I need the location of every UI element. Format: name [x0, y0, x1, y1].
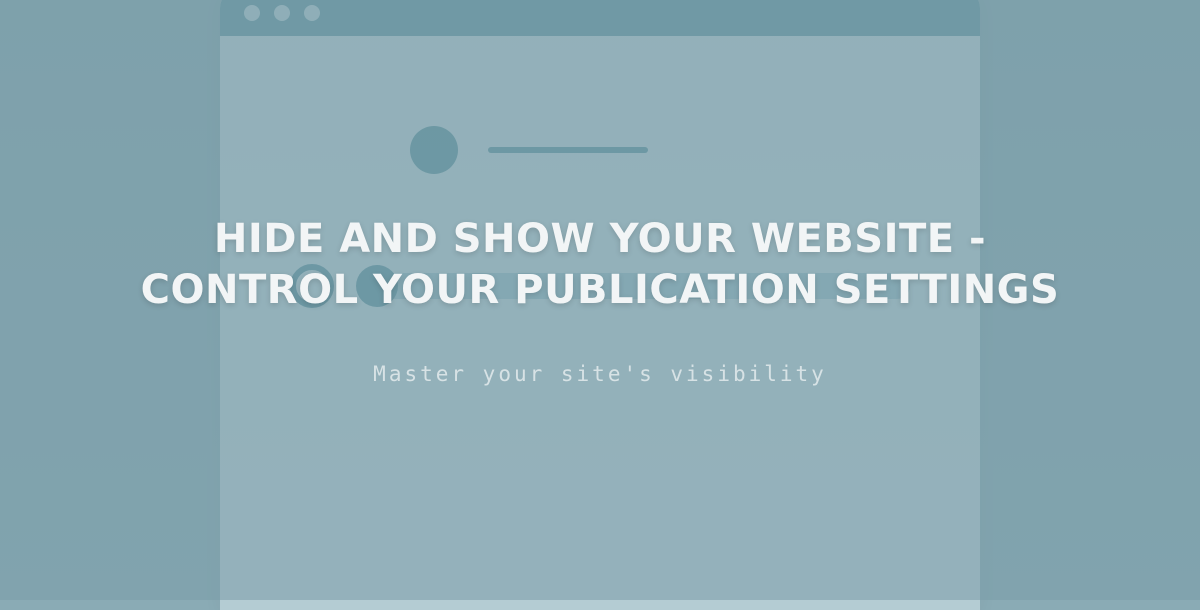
- hero-content: HIDE AND SHOW YOUR WEBSITE - CONTROL YOU…: [0, 0, 1200, 600]
- hero-subline: Master your site's visibility: [373, 362, 827, 386]
- hero-headline: HIDE AND SHOW YOUR WEBSITE - CONTROL YOU…: [140, 214, 1060, 316]
